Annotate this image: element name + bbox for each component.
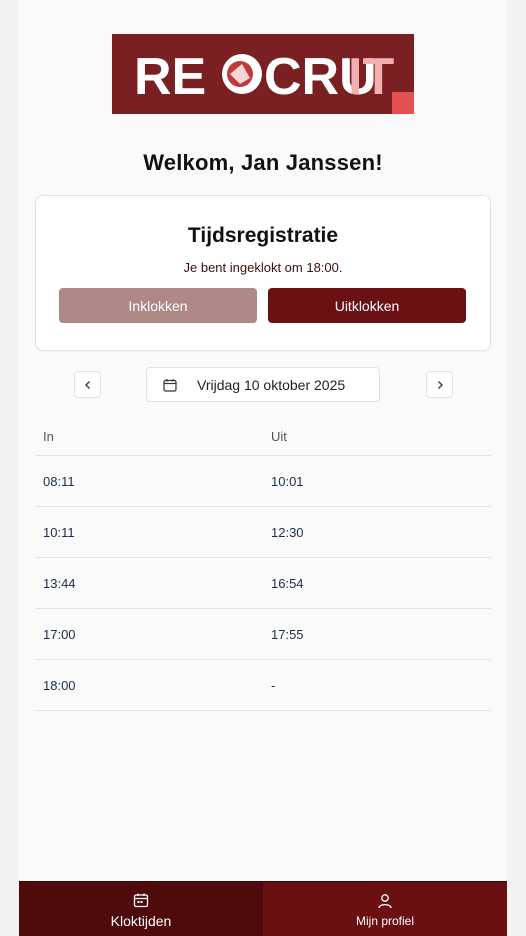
cell-out: - <box>271 677 276 693</box>
previous-day-button[interactable] <box>74 371 101 398</box>
table-row: 08:11 10:01 <box>35 456 491 507</box>
header-out: Uit <box>271 429 287 444</box>
tab-label: Kloktijden <box>110 912 172 929</box>
clock-in-button[interactable]: Inklokken <box>59 288 257 323</box>
cell-out: 10:01 <box>271 473 304 489</box>
table-row: 10:11 12:30 <box>35 507 491 558</box>
cell-in: 08:11 <box>43 473 75 489</box>
app-screen: RE CRU IT Welkom, Jan Janssen! Tijdsregi… <box>19 0 507 936</box>
header-in: In <box>43 429 54 444</box>
cell-in: 10:11 <box>43 524 75 540</box>
table-row: 17:00 17:55 <box>35 609 491 660</box>
chevron-right-icon <box>435 380 445 390</box>
table-header: In Uit <box>35 418 491 456</box>
table-row: 13:44 16:54 <box>35 558 491 609</box>
cell-out: 12:30 <box>271 524 304 540</box>
calendar-icon <box>163 378 177 392</box>
next-day-button[interactable] <box>426 371 453 398</box>
time-entries-table: In Uit 08:11 10:01 10:11 12:30 13:44 16:… <box>35 418 491 711</box>
table-row: 18:00 - <box>35 660 491 711</box>
cell-out: 16:54 <box>271 575 304 591</box>
cell-out: 17:55 <box>271 626 304 642</box>
tab-mijn-profiel[interactable]: Mijn profiel <box>263 882 507 936</box>
recruit-logo: RE CRU IT <box>112 34 414 114</box>
cell-in: 17:00 <box>43 626 76 642</box>
time-registration-card: Tijdsregistratie Je bent ingeklokt om 18… <box>35 195 491 351</box>
cell-in: 13:44 <box>43 575 76 591</box>
bottom-tab-bar: Kloktijden Mijn profiel <box>19 881 507 936</box>
chevron-left-icon <box>83 380 93 390</box>
cell-in: 18:00 <box>43 677 76 693</box>
clock-out-button[interactable]: Uitklokken <box>268 288 466 323</box>
logo-text-it: IT <box>348 48 394 106</box>
date-picker[interactable]: Vrijdag 10 oktober 2025 <box>146 367 380 402</box>
tab-kloktijden[interactable]: Kloktijden <box>19 882 263 936</box>
tab-label: Mijn profiel <box>355 913 415 928</box>
user-icon <box>377 891 393 911</box>
selected-date: Vrijdag 10 oktober 2025 <box>197 376 346 393</box>
logo-text-re: RE <box>134 48 206 106</box>
clock-status-text: Je bent ingeklokt om 18:00. <box>183 260 343 275</box>
calendar-icon <box>133 890 149 910</box>
welcome-heading: Welkom, Jan Janssen! <box>143 150 383 175</box>
card-title: Tijdsregistratie <box>187 224 339 247</box>
